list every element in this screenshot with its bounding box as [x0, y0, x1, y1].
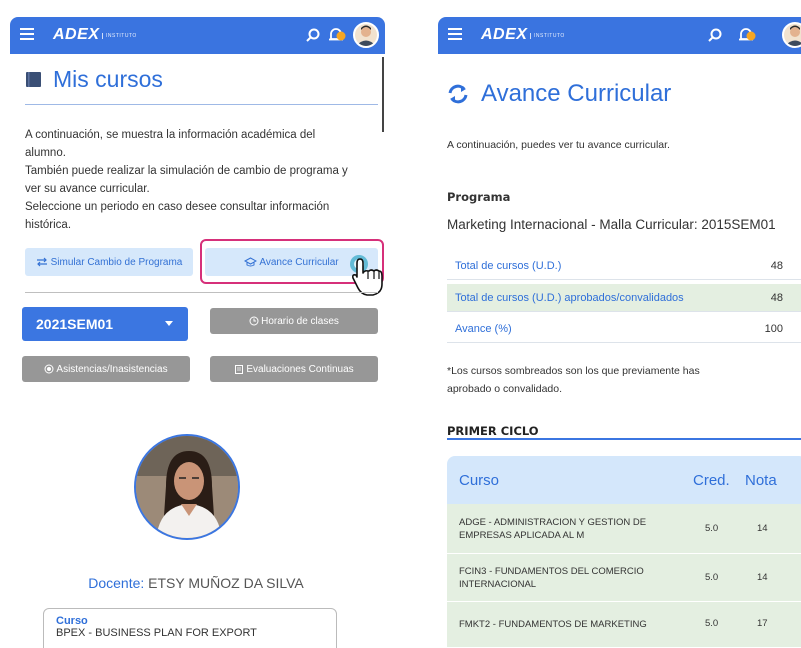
section-divider: [25, 292, 378, 293]
intro-line: alumno.: [25, 147, 66, 159]
course-name-line: INTERNACIONAL: [459, 579, 537, 590]
stat-total-cursos: Total de cursos (U.D.) 48: [447, 252, 801, 280]
intro-line: También puede realizar la simulación de …: [25, 165, 348, 177]
col-header-cred: Cred.: [693, 472, 730, 489]
hamburger-menu-icon[interactable]: [448, 28, 462, 42]
clipboard-icon: [235, 365, 244, 374]
attendance-icon: [44, 364, 54, 374]
attendance-button-label: Asistencias/Inasistencias: [56, 363, 168, 375]
note-line: *Los cursos sombreados son los que previ…: [447, 365, 700, 377]
user-avatar[interactable]: [782, 22, 801, 48]
app-header: ADEX INSTITUTO: [438, 17, 801, 54]
title-underline: [25, 104, 378, 105]
course-name-line: FMKT2 - FUNDAMENTOS DE MARKETING: [459, 619, 647, 630]
continuous-evaluations-button[interactable]: Evaluaciones Continuas: [210, 356, 378, 382]
page-title-text: Mis cursos: [53, 66, 163, 92]
stat-total-aprobados: Total de cursos (U.D.) aprobados/convali…: [447, 284, 801, 312]
stat-value: 100: [764, 322, 783, 335]
teacher-photo: [134, 434, 240, 540]
course-nota: 14: [757, 523, 768, 534]
course-nota: 17: [757, 618, 768, 629]
schedule-button-label: Horario de clases: [261, 315, 339, 327]
intro-line: ver su avance curricular.: [25, 183, 150, 195]
course-name-line: EMPRESAS APLICADA AL M: [459, 530, 585, 541]
evaluations-button-label: Evaluaciones Continuas: [246, 363, 354, 375]
teacher-label: Docente:: [88, 575, 145, 591]
course-name: FMKT2 - FUNDAMENTOS DE MARKETING: [459, 618, 689, 631]
app-header: ADEX INSTITUTO: [10, 17, 385, 54]
dropdown-arrow-icon: [165, 321, 173, 326]
course-label: Curso: [56, 615, 88, 627]
adex-logo: ADEX: [53, 26, 100, 43]
course-name-line: ADGE - ADMINISTRACION Y GESTION DE: [459, 517, 647, 528]
page-title-text: Avance Curricular: [481, 80, 672, 107]
table-row[interactable]: FMKT2 - FUNDAMENTOS DE MARKETING 5.0 17: [447, 602, 801, 648]
teacher-portrait: [136, 436, 238, 538]
user-photo: [785, 25, 801, 46]
cycle-heading: PRIMER CICLO: [447, 424, 539, 438]
simulate-program-change-button[interactable]: Simular Cambio de Programa: [25, 248, 193, 276]
course-cred: 5.0: [705, 572, 719, 583]
page-title: Mis cursos: [25, 66, 163, 93]
logo-subtitle: INSTITUTO: [102, 33, 137, 39]
programa-label: Programa: [447, 190, 511, 204]
search-icon[interactable]: [306, 28, 320, 42]
stat-avance: Avance (%) 100: [447, 315, 801, 343]
course-value: BPEX - BUSINESS PLAN FOR EXPORT: [56, 627, 257, 639]
stat-value: 48: [770, 291, 783, 304]
class-schedule-button[interactable]: Horario de clases: [210, 308, 378, 334]
clock-icon: [249, 316, 259, 326]
stat-label: Total de cursos (U.D.) aprobados/convali…: [455, 291, 684, 304]
course-name: FCIN3 - FUNDAMENTOS DEL COMERCIO INTERNA…: [459, 565, 689, 591]
teacher-name: ETSY MUÑOZ DA SILVA: [148, 575, 304, 591]
table-row[interactable]: FCIN3 - FUNDAMENTOS DEL COMERCIO INTERNA…: [447, 554, 801, 602]
course-cred: 5.0: [705, 523, 719, 534]
simulate-button-label: Simular Cambio de Programa: [50, 256, 183, 268]
teacher-info: Docente: ETSY MUÑOZ DA SILVA: [0, 575, 392, 591]
shaded-note: *Los cursos sombreados son los que previ…: [447, 362, 797, 398]
note-line: aprobado o convalidado.: [447, 383, 563, 395]
stat-value: 48: [770, 259, 783, 272]
mis-cursos-screen: ADEX INSTITUTO Mis cursos A continuación…: [0, 0, 392, 648]
hamburger-menu-icon[interactable]: [20, 28, 34, 42]
scrollbar[interactable]: [382, 57, 384, 132]
search-icon[interactable]: [708, 28, 722, 42]
intro-line: histórica.: [25, 219, 72, 231]
adex-logo: ADEX: [481, 26, 528, 43]
intro-line: A continuación, se muestra la informació…: [25, 129, 316, 141]
page-title: Avance Curricular: [447, 80, 671, 108]
notification-bell-icon[interactable]: [738, 26, 758, 44]
intro-text: A continuación, puedes ver tu avance cur…: [447, 139, 670, 151]
period-select[interactable]: 2021SEM01: [22, 307, 188, 341]
course-nota: 14: [757, 572, 768, 583]
intro-paragraph: A continuación, se muestra la informació…: [25, 126, 385, 234]
course-name: ADGE - ADMINISTRACION Y GESTION DE EMPRE…: [459, 516, 689, 542]
cycle-underline: [447, 438, 801, 440]
user-photo: [356, 25, 376, 46]
courses-table: Curso Cred. Nota ADGE - ADMINISTRACION Y…: [447, 456, 801, 648]
logo-subtitle: INSTITUTO: [530, 33, 565, 39]
course-cred: 5.0: [705, 618, 719, 629]
table-header: Curso Cred. Nota: [447, 456, 801, 504]
book-icon: [26, 72, 41, 87]
course-card: Curso BPEX - BUSINESS PLAN FOR EXPORT: [43, 608, 337, 648]
period-selected-value: 2021SEM01: [36, 316, 114, 332]
programa-value: Marketing Internacional - Malla Curricul…: [447, 217, 776, 232]
attendance-button[interactable]: Asistencias/Inasistencias: [22, 356, 190, 382]
stat-label: Avance (%): [455, 322, 512, 335]
stat-label: Total de cursos (U.D.): [455, 259, 562, 272]
intro-line: Seleccione un periodo en caso desee cons…: [25, 201, 330, 213]
user-avatar[interactable]: [353, 22, 379, 48]
table-row[interactable]: ADGE - ADMINISTRACION Y GESTION DE EMPRE…: [447, 504, 801, 554]
swap-icon: [36, 257, 47, 267]
notification-bell-icon[interactable]: [328, 26, 348, 44]
course-name-line: FCIN3 - FUNDAMENTOS DEL COMERCIO: [459, 566, 644, 577]
col-header-course: Curso: [459, 472, 500, 489]
refresh-icon: [448, 84, 468, 104]
col-header-nota: Nota: [745, 472, 777, 489]
avance-curricular-screen: ADEX INSTITUTO Avance Curricular A conti…: [428, 0, 801, 648]
